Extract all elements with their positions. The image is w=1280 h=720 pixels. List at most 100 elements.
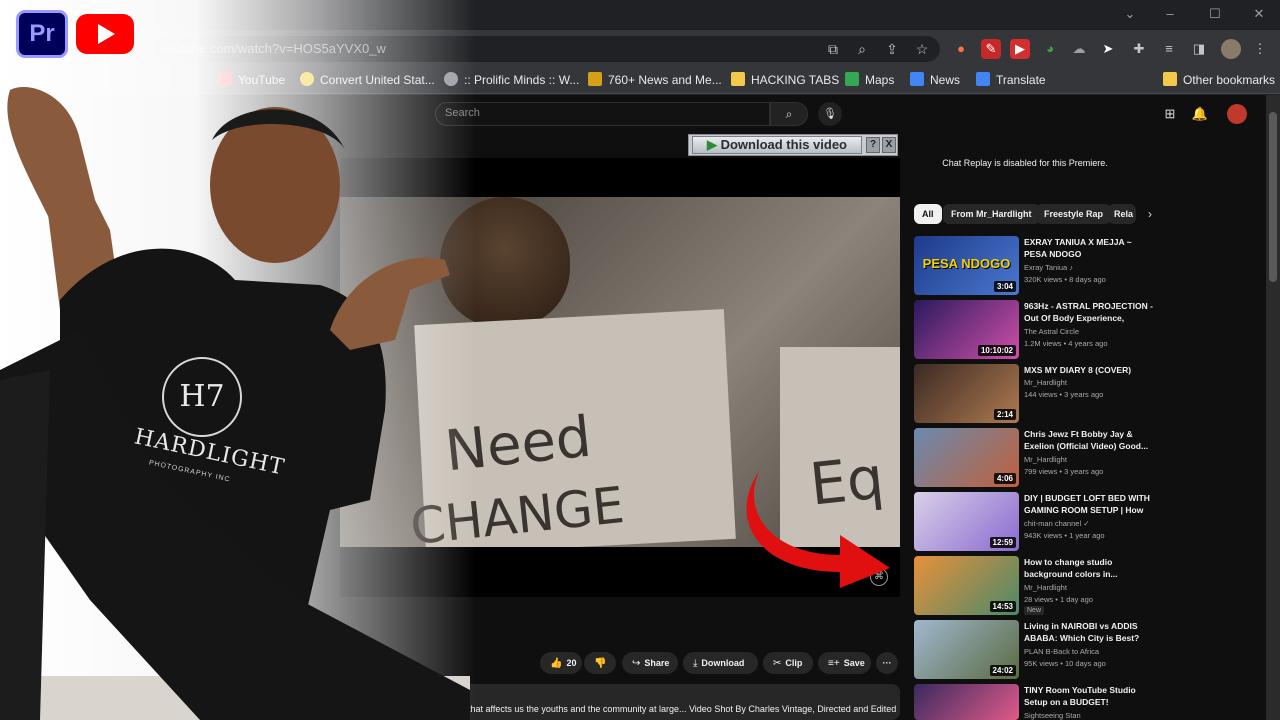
extensions-puzzle-icon[interactable]: ✚ <box>1129 39 1149 59</box>
download-button[interactable]: ⤓ Download <box>683 652 758 674</box>
video-title[interactable]: Chris Jewz Ft Bobby Jay & Exelion (Offic… <box>1024 428 1154 452</box>
share-button[interactable]: ↪ Share <box>622 652 678 674</box>
video-meta: 28 views • 1 day ago <box>1024 595 1093 604</box>
download-close-button[interactable]: X <box>882 137 896 153</box>
description-text: that affects us the youths and the commu… <box>468 704 897 714</box>
recommended-video[interactable]: 4:06 Chris Jewz Ft Bobby Jay & Exelion (O… <box>914 428 1154 490</box>
extension-shield-icon[interactable]: ● <box>951 39 971 59</box>
other-bookmarks[interactable]: Other bookmarks <box>1163 71 1275 89</box>
chrome-menu-icon[interactable]: ⋮ <box>1250 39 1270 59</box>
like-count: 20 <box>566 658 577 668</box>
recommended-video[interactable]: 12:59 DIY | BUDGET LOFT BED WITH GAMING R… <box>914 492 1154 554</box>
extension-cursor-icon[interactable]: ➤ <box>1098 39 1118 59</box>
minimize-button[interactable]: – <box>1155 4 1185 24</box>
video-title[interactable]: Living in NAIROBI vs ADDIS ABABA: Which … <box>1024 620 1154 644</box>
open-in-app-icon[interactable]: ⧉ <box>824 40 842 58</box>
channel-name[interactable]: Exray Taniua ♪ <box>1024 263 1073 272</box>
youtube-account-avatar[interactable] <box>1227 104 1247 124</box>
search-button[interactable]: ⌕ <box>770 102 808 126</box>
channel-name[interactable]: chit-man channel ✓ <box>1024 519 1089 528</box>
recommended-video[interactable]: TINY Room YouTube Studio Setup on a BUDG… <box>914 684 1154 720</box>
create-video-icon[interactable]: ⊞ <box>1161 105 1179 123</box>
chip-all[interactable]: All <box>914 204 942 224</box>
clip-button[interactable]: ✂ Clip <box>763 652 813 674</box>
video-thumbnail[interactable]: 4:06 <box>914 428 1019 487</box>
chip-from-channel[interactable]: From Mr_Hardlight <box>943 204 1040 224</box>
maximize-button[interactable]: ☐ <box>1200 4 1230 24</box>
search-input[interactable] <box>435 102 770 126</box>
recommended-video[interactable]: 10:10:02 963Hz - ASTRAL PROJECTION - Out … <box>914 300 1154 362</box>
channel-name[interactable]: Mr_Hardlight <box>1024 378 1067 387</box>
more-actions-button[interactable]: ··· <box>876 652 898 674</box>
chevron-right-icon[interactable]: › <box>1142 206 1158 222</box>
share-label: Share <box>644 658 670 668</box>
bookmark-news[interactable]: News <box>910 71 960 89</box>
like-button[interactable]: 👍 20 <box>540 652 582 674</box>
video-thumbnail[interactable]: 2:14 <box>914 364 1019 423</box>
video-thumbnail[interactable]: 24:02 <box>914 620 1019 679</box>
video-meta: 799 views • 3 years ago <box>1024 467 1104 476</box>
extension-color-icon[interactable]: ◕ <box>1040 39 1060 59</box>
youtube-play-icon <box>98 24 115 44</box>
channel-name[interactable]: Mr_Hardlight <box>1024 583 1067 592</box>
notifications-bell-icon[interactable]: 🔔 <box>1191 105 1209 123</box>
bookmark-star-icon[interactable]: ☆ <box>913 40 931 58</box>
channel-name[interactable]: Mr_Hardlight <box>1024 455 1067 464</box>
video-meta: 320K views • 8 days ago <box>1024 275 1106 284</box>
channel-name[interactable]: Sightseeing Stan <box>1024 711 1081 720</box>
bookmark-maps[interactable]: Maps <box>845 71 894 89</box>
video-meta: 95K views • 10 days ago <box>1024 659 1106 668</box>
folder-icon <box>731 72 745 86</box>
video-title[interactable]: TINY Room YouTube Studio Setup on a BUDG… <box>1024 684 1154 708</box>
recommended-video[interactable]: 14:53 How to change studio background col… <box>914 556 1154 618</box>
video-thumbnail[interactable]: 12:59 <box>914 492 1019 551</box>
url-text[interactable]: youtube.com/watch?v=HOS5aYVX0_w <box>160 41 386 56</box>
zoom-icon[interactable]: ⌕ <box>853 40 871 58</box>
video-title[interactable]: EXRAY TANIUA X MEJJA ~ PESA NDOGO <box>1024 236 1154 260</box>
video-thumbnail[interactable]: 10:10:02 <box>914 300 1019 359</box>
video-title[interactable]: 963Hz - ASTRAL PROJECTION - Out Of Body … <box>1024 300 1154 324</box>
video-title[interactable]: DIY | BUDGET LOFT BED WITH GAMING ROOM S… <box>1024 492 1154 516</box>
add-to-playlist-icon: ≡+ <box>828 658 840 669</box>
video-meta: 144 views • 3 years ago <box>1024 390 1104 399</box>
chip-freestyle-rap[interactable]: Freestyle Rap <box>1036 204 1112 224</box>
reading-list-icon[interactable]: ≡ <box>1159 39 1179 59</box>
channel-name[interactable]: The Astral Circle <box>1024 327 1079 336</box>
share-page-icon[interactable]: ⇪ <box>883 40 901 58</box>
tab-search-icon[interactable]: ⌄ <box>1115 4 1145 24</box>
recommended-video[interactable]: PESA NDOGO 3:04 EXRAY TANIUA X MEJJA ~ PES… <box>914 236 1154 298</box>
video-thumbnail[interactable]: 14:53 <box>914 556 1019 615</box>
video-thumbnail[interactable] <box>914 684 1019 720</box>
video-thumbnail[interactable]: PESA NDOGO 3:04 <box>914 236 1019 295</box>
voice-search-button[interactable]: 🎙 <box>818 102 842 126</box>
bookmark-news-and-media[interactable]: 760+ News and Me... <box>588 71 722 89</box>
maps-icon <box>845 72 859 86</box>
thumbs-down-icon: 👎 <box>594 658 607 669</box>
chat-replay-note: Chat Replay is disabled for this Premier… <box>942 158 1108 168</box>
chip-related[interactable]: Rela <box>1108 204 1136 224</box>
video-duration: 10:10:02 <box>977 345 1016 356</box>
dislike-button[interactable]: 👎 <box>584 652 616 674</box>
profile-avatar[interactable] <box>1221 39 1241 59</box>
extension-pen-icon[interactable]: ✎ <box>981 39 1001 59</box>
save-button[interactable]: ≡+ Save <box>818 652 871 674</box>
recommended-video[interactable]: 24:02 Living in NAIROBI vs ADDIS ABABA: W… <box>914 620 1154 682</box>
bookmark-hacking-tabs[interactable]: HACKING TABS <box>731 71 839 89</box>
close-window-button[interactable]: ✕ <box>1244 4 1274 24</box>
download-this-video-button[interactable]: ▶ Download this video <box>692 136 862 154</box>
side-panel-icon[interactable]: ◨ <box>1189 39 1209 59</box>
extension-cloud-icon[interactable]: ☁ <box>1069 39 1089 59</box>
video-title[interactable]: MXS MY DIARY 8 (COVER) <box>1024 364 1154 376</box>
translate-icon <box>976 72 990 86</box>
video-duration: 24:02 <box>989 665 1016 676</box>
video-meta: 1.2M views • 4 years ago <box>1024 339 1108 348</box>
extension-video-icon[interactable]: ▶ <box>1010 39 1030 59</box>
channel-name[interactable]: PLAN B-Back to Africa <box>1024 647 1099 656</box>
folder-icon <box>1163 72 1177 86</box>
download-help-button[interactable]: ? <box>866 137 880 153</box>
recommended-video[interactable]: 2:14 MXS MY DIARY 8 (COVER) Mr_Hardlight 14… <box>914 364 1154 426</box>
video-title[interactable]: How to change studio background colors i… <box>1024 556 1154 580</box>
bookmark-translate[interactable]: Translate <box>976 71 1046 89</box>
scrollbar-thumb[interactable] <box>1269 112 1277 282</box>
title-bar <box>0 0 1280 30</box>
